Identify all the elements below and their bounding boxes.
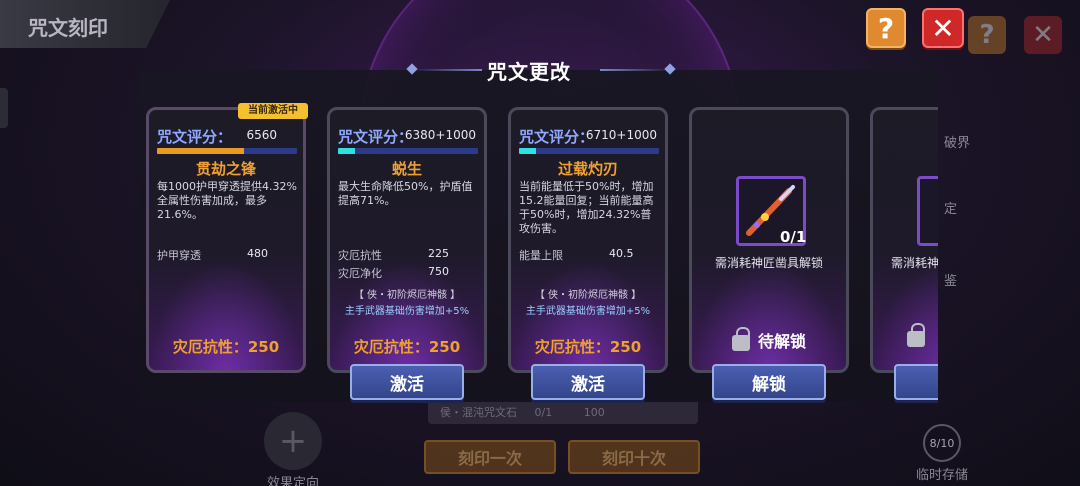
engrave-ten-button: 刻印十次 [568, 440, 700, 474]
unlock-requirement: 需消耗神匠凿具解锁 [714, 256, 823, 270]
help-button[interactable]: ? [866, 8, 906, 48]
stat-value: 225 [428, 247, 449, 260]
bg-side-label: 破界 [944, 136, 971, 151]
activate-button[interactable]: 激活 [350, 364, 464, 400]
score-bonus-fill [338, 148, 355, 154]
rune-card[interactable]: 咒文评分： 6710+1000 过载灼刃 当前能量低于50%时，增加15.2能量… [508, 107, 668, 373]
score-bar-fill [157, 148, 244, 154]
rune-description: 当前能量低于50%时，增加15.2能量回复；当前能量高于50%时，增加24.32… [519, 180, 654, 235]
score-row: 咒文评分： 6380+1000 [338, 126, 476, 146]
background-close-button: ✕ [1024, 16, 1062, 54]
stat-label: 能量上限 [519, 249, 563, 262]
score-bar [157, 148, 297, 154]
score-bar [519, 148, 659, 154]
storage-label: 临时存储 [915, 468, 968, 483]
unlock-requirement: 需消耗神 [891, 256, 938, 270]
set-bonus: 主手武器基础伤害增加+5% [344, 306, 470, 317]
close-button[interactable]: ✕ [922, 8, 964, 48]
set-bonus: 主手武器基础伤害增加+5% [525, 306, 651, 317]
score-row: 咒文评分： 6560 [157, 126, 295, 146]
score-label: 咒文评分： [157, 128, 233, 146]
background-help-button: ? [968, 16, 1006, 54]
page-title-banner: 咒文刻印 [0, 0, 170, 48]
lock-status [873, 322, 938, 347]
stat-value: 480 [247, 247, 268, 260]
stat-value: 750 [428, 265, 449, 278]
unlock-button[interactable]: 解锁 [712, 364, 826, 400]
lock-icon [731, 326, 750, 351]
rune-card-locked[interactable]: 0/1 需消耗神匠凿具解锁 待解锁 [689, 107, 849, 373]
engrave-once-button: 刻印一次 [424, 440, 556, 474]
bg-side-label: 鉴 [944, 274, 958, 289]
material-count: 0/1 [534, 406, 553, 419]
effect-target-button: + 效果定向 [258, 412, 328, 486]
calamity-resist: 灾厄抗性：250 [172, 338, 280, 356]
score-value: 6710+1000 [585, 128, 657, 142]
score-bar [338, 148, 478, 154]
stat-value: 40.5 [609, 247, 634, 260]
set-name: 【 侠・初阶烬厄神骸 】 [534, 290, 642, 301]
rune-description: 每1000护甲穿透提供4.32%全属性伤害加成，最多21.6%。 [157, 180, 297, 221]
score-value: 6560 [246, 128, 277, 142]
stat-label: 灾厄净化 [338, 267, 382, 280]
material-cost: 100 [583, 406, 605, 419]
item-slot[interactable] [917, 176, 938, 246]
rune-card-locked[interactable]: 需消耗神 [870, 107, 938, 373]
score-label: 咒文评分： [338, 128, 414, 146]
card-glow [692, 260, 846, 370]
score-label: 咒文评分： [519, 128, 595, 146]
lock-label: 待解锁 [757, 332, 806, 351]
active-badge: 当前激活中 [238, 103, 308, 119]
lock-icon [907, 322, 925, 347]
temp-storage: 8/10 临时存储 [912, 424, 972, 483]
dialog-title: 咒文更改 [487, 60, 571, 84]
effect-label: 效果定向 [266, 476, 319, 486]
card-glow [873, 260, 938, 370]
calamity-resist: 灾厄抗性：250 [353, 338, 461, 356]
unlock-button[interactable] [894, 364, 938, 400]
bg-side-label: 定 [944, 202, 958, 217]
plus-icon: + [264, 412, 322, 470]
score-bonus-fill [519, 148, 536, 154]
rune-name: 贯劫之锋 [195, 160, 256, 178]
rune-name: 过载灼刃 [557, 160, 618, 178]
storage-count: 8/10 [923, 424, 961, 462]
material-name: 侯・混沌咒文石 [440, 406, 517, 419]
item-count: 0/1 [780, 228, 807, 246]
rune-card[interactable]: 咒文评分： 6380+1000 蜕生 最大生命降低50%，护盾值提高71%。 灾… [327, 107, 487, 373]
rune-card-active[interactable]: 咒文评分： 6560 贯劫之锋 每1000护甲穿透提供4.32%全属性伤害加成，… [146, 107, 306, 373]
score-value: 6380+1000 [404, 128, 476, 142]
rune-name: 蜕生 [391, 160, 422, 178]
stat-label: 灾厄抗性 [338, 249, 382, 262]
title-ornament [412, 69, 482, 71]
title-ornament [600, 69, 670, 71]
rune-description: 最大生命降低50%，护盾值提高71%。 [338, 180, 473, 207]
score-row: 咒文评分： 6710+1000 [519, 126, 657, 146]
page-title: 咒文刻印 [28, 16, 108, 40]
side-tab [0, 88, 8, 128]
activate-button[interactable]: 激活 [531, 364, 645, 400]
stat-label: 护甲穿透 [157, 249, 201, 262]
card-clip: 需消耗神 [870, 105, 938, 405]
set-name: 【 侠・初阶烬厄神骸 】 [353, 290, 461, 301]
lock-status: 待解锁 [692, 326, 846, 352]
calamity-resist: 灾厄抗性：250 [534, 338, 642, 356]
